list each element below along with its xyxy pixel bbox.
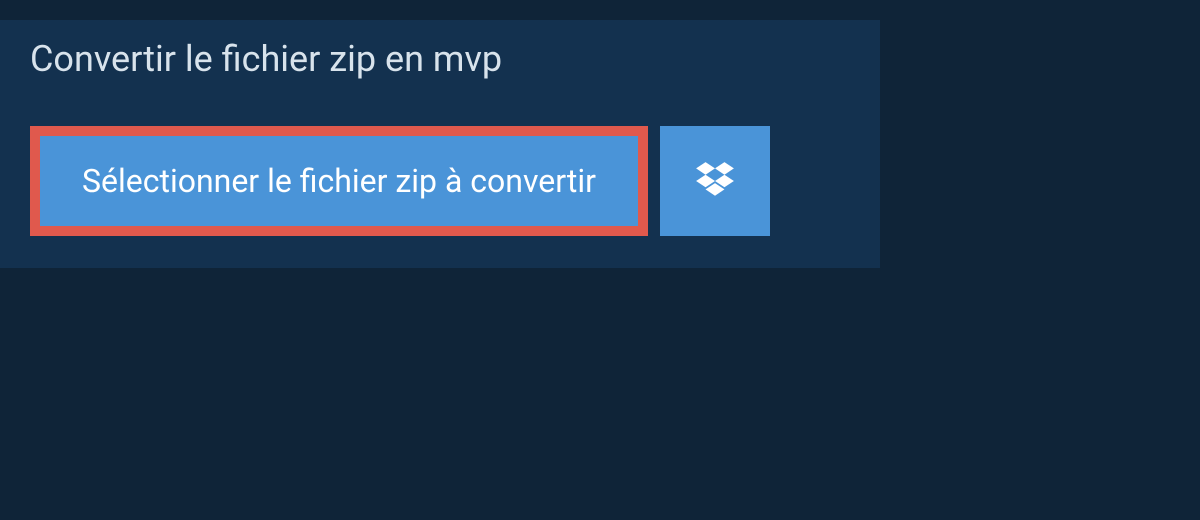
converter-panel: Convertir le fichier zip en mvp Sélectio… [0, 20, 880, 268]
dropbox-button[interactable] [660, 126, 770, 236]
select-file-label: Sélectionner le fichier zip à convertir [82, 162, 596, 200]
select-file-button[interactable]: Sélectionner le fichier zip à convertir [30, 126, 648, 236]
dropbox-icon [694, 160, 736, 202]
action-row: Sélectionner le fichier zip à convertir [0, 98, 880, 268]
page-title: Convertir le fichier zip en mvp [0, 20, 532, 98]
